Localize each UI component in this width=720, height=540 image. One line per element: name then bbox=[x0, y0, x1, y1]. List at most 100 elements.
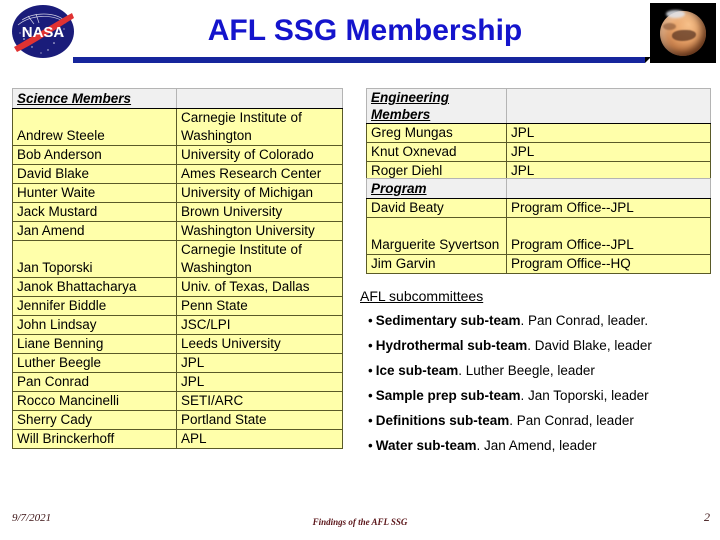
science-member-name-cell: David Blake bbox=[12, 164, 177, 184]
table-row: Liane Benning Leeds University bbox=[12, 334, 343, 354]
list-item: • Water sub-team. Jan Amend, leader bbox=[360, 438, 716, 453]
science-member-affiliation-cell: JPL bbox=[176, 372, 343, 392]
table-row: Jan Amend Washington University bbox=[12, 221, 343, 241]
science-member-affiliation-cell: Leeds University bbox=[176, 334, 343, 354]
science-member-name-cell: Hunter Waite bbox=[12, 183, 177, 203]
program-body: Program David Beaty Program Office--JPL Mar… bbox=[366, 178, 711, 274]
science-member-affiliation-cell: JPL bbox=[176, 353, 343, 373]
science-member-name-cell: Jack Mustard bbox=[12, 202, 177, 222]
subcommittee-name: Sample prep sub-team bbox=[375, 388, 521, 403]
science-member-header-label: Science Members bbox=[12, 88, 177, 109]
engineering-members-body: Engineering Members Greg Mungas JPL Knut Ox… bbox=[366, 88, 711, 181]
program-member-affiliation-cell: Program Office--JPL bbox=[506, 217, 711, 255]
engineering-members-table: Engineering Members Greg Mungas JPL Knut Ox… bbox=[366, 88, 711, 181]
list-item: • Sample prep sub-team. Jan Toporski, lea… bbox=[360, 388, 716, 403]
science-member-affiliation-cell: Carnegie Institute of Washington bbox=[176, 240, 343, 278]
subcommittee-name: Sedimentary sub-team bbox=[375, 313, 521, 328]
program-member-affiliation-cell: Program Office--HQ bbox=[506, 254, 711, 274]
table-row: Jack Mustard Brown University bbox=[12, 202, 343, 222]
nasa-meatball-svg: NASA bbox=[12, 5, 74, 58]
bullet-icon: • bbox=[368, 338, 373, 353]
science-member-affiliation-cell: Portland State bbox=[176, 410, 343, 430]
subcommittee-name: Water sub-team bbox=[375, 438, 477, 453]
science-member-name-cell: Rocco Mancinelli bbox=[12, 391, 177, 411]
subcommittee-leader: . Pan Conrad, leader. bbox=[520, 313, 649, 328]
table-row: Sherry Cady Portland State bbox=[12, 410, 343, 430]
science-member-name-cell: Janok Bhattacharya bbox=[12, 277, 177, 297]
subcommittee-name: Hydrothermal sub-team bbox=[375, 338, 528, 353]
science-member-name-cell: John Lindsay bbox=[12, 315, 177, 335]
table-row: Jim Garvin Program Office--HQ bbox=[366, 254, 711, 274]
science-member-name-cell: Andrew Steele bbox=[12, 108, 177, 146]
table-row: David Beaty Program Office--JPL bbox=[366, 198, 711, 218]
science-member-affiliation-cell: University of Michigan bbox=[176, 183, 343, 203]
science-member-affiliation-cell: Univ. of Texas, Dallas bbox=[176, 277, 343, 297]
table-row: Bob Anderson University of Colorado bbox=[12, 145, 343, 165]
nasa-wordmark: NASA bbox=[22, 24, 65, 41]
subcommittee-leader: . Jan Toporski, leader bbox=[520, 388, 649, 403]
engineering-member-name-cell: Knut Oxnevad bbox=[366, 142, 507, 162]
science-member-affiliation-cell: APL bbox=[176, 429, 343, 449]
mars-polar-cap bbox=[666, 10, 685, 18]
table-row: Andrew Steele Carnegie Institute of Washi… bbox=[12, 108, 343, 146]
science-member-affiliation-cell: Washington University bbox=[176, 221, 343, 241]
slide-header: NASA AFL SSG Membership bbox=[0, 0, 720, 70]
table-row: Pan Conrad JPL bbox=[12, 372, 343, 392]
mars-globe-image bbox=[650, 3, 716, 63]
science-member-affiliation-cell: JSC/LPI bbox=[176, 315, 343, 335]
engineering-member-affiliation-cell: JPL bbox=[506, 142, 711, 162]
science-member-name-cell: Liane Benning bbox=[12, 334, 177, 354]
science-member-name-cell: Pan Conrad bbox=[12, 372, 177, 392]
bullet-icon: • bbox=[368, 388, 373, 403]
footer-title: Findings of the AFL SSG bbox=[312, 517, 408, 527]
bullet-icon: • bbox=[368, 413, 373, 428]
subcommittee-leader: . Pan Conrad, leader bbox=[509, 413, 634, 428]
science-member-affiliation-cell: SETI/ARC bbox=[176, 391, 343, 411]
science-member-name-cell: Will Brinckerhoff bbox=[12, 429, 177, 449]
program-member-name-cell: David Beaty bbox=[366, 198, 507, 218]
science-member-name-cell: Jennifer Biddle bbox=[12, 296, 177, 316]
program-member-name-cell: Jim Garvin bbox=[366, 254, 507, 274]
science-member-header-row: Science Members bbox=[12, 88, 343, 109]
engineering-member-header-label: Engineering Members bbox=[366, 88, 507, 124]
science-member-affiliation-cell: Penn State bbox=[176, 296, 343, 316]
program-table: Program David Beaty Program Office--JPL Mar… bbox=[366, 178, 711, 274]
program-member-header-label: Program bbox=[366, 178, 507, 199]
science-member-affiliation-cell: Carnegie Institute of Washington bbox=[176, 108, 343, 146]
program-member-header-blank bbox=[506, 178, 711, 199]
science-member-name-cell: Jan Amend bbox=[12, 221, 177, 241]
list-item: • Ice sub-team. Luther Beegle, leader bbox=[360, 363, 716, 378]
engineering-member-header-row: Engineering Members bbox=[366, 88, 711, 124]
table-row: Greg Mungas JPL bbox=[366, 123, 711, 143]
page-title: AFL SSG Membership bbox=[207, 14, 523, 47]
program-member-name-cell: Marguerite Syvertson bbox=[366, 217, 507, 255]
subcommittee-leader: . Jan Amend, leader bbox=[476, 438, 597, 453]
footer-page-number: 2 bbox=[704, 510, 710, 524]
nasa-logo-icon: NASA bbox=[8, 3, 78, 60]
science-member-name-cell: Jan Toporski bbox=[12, 240, 177, 278]
table-row: Janok Bhattacharya Univ. of Texas, Dallas bbox=[12, 277, 343, 297]
engineering-member-affiliation-cell: JPL bbox=[506, 123, 711, 143]
science-members-body: Science Members Andrew Steele Carnegie Ins… bbox=[12, 88, 343, 449]
engineering-member-header-blank bbox=[506, 88, 711, 124]
science-member-name-cell: Sherry Cady bbox=[12, 410, 177, 430]
table-row: Knut Oxnevad JPL bbox=[366, 142, 711, 162]
program-member-affiliation-cell: Program Office--JPL bbox=[506, 198, 711, 218]
science-member-affiliation-cell: Ames Research Center bbox=[176, 164, 343, 184]
table-row: Rocco Mancinelli SETI/ARC bbox=[12, 391, 343, 411]
list-item: • Definitions sub-team. Pan Conrad, leade… bbox=[360, 413, 716, 428]
table-row: Jan Toporski Carnegie Institute of Washin… bbox=[12, 240, 343, 278]
subcommittee-name: Definitions sub-team bbox=[375, 413, 510, 428]
list-item: • Hydrothermal sub-team. David Blake, lea… bbox=[360, 338, 716, 353]
subcommittee-leader: . Luther Beegle, leader bbox=[458, 363, 595, 378]
subcommittees-list: • Sedimentary sub-team. Pan Conrad, leade… bbox=[360, 313, 716, 453]
subcommittees-heading: AFL subcommittees bbox=[360, 288, 484, 304]
science-member-header-blank bbox=[176, 88, 343, 109]
table-row: Jennifer Biddle Penn State bbox=[12, 296, 343, 316]
science-members-table: Science Members Andrew Steele Carnegie Ins… bbox=[12, 88, 343, 449]
science-member-name-cell: Luther Beegle bbox=[12, 353, 177, 373]
afl-subcommittees-section: AFL subcommittees • Sedimentary sub-team.… bbox=[360, 288, 716, 463]
table-row: Marguerite Syvertson Program Office--JPL bbox=[366, 217, 711, 255]
subcommittee-name: Ice sub-team bbox=[375, 363, 459, 378]
science-member-affiliation-cell: University of Colorado bbox=[176, 145, 343, 165]
